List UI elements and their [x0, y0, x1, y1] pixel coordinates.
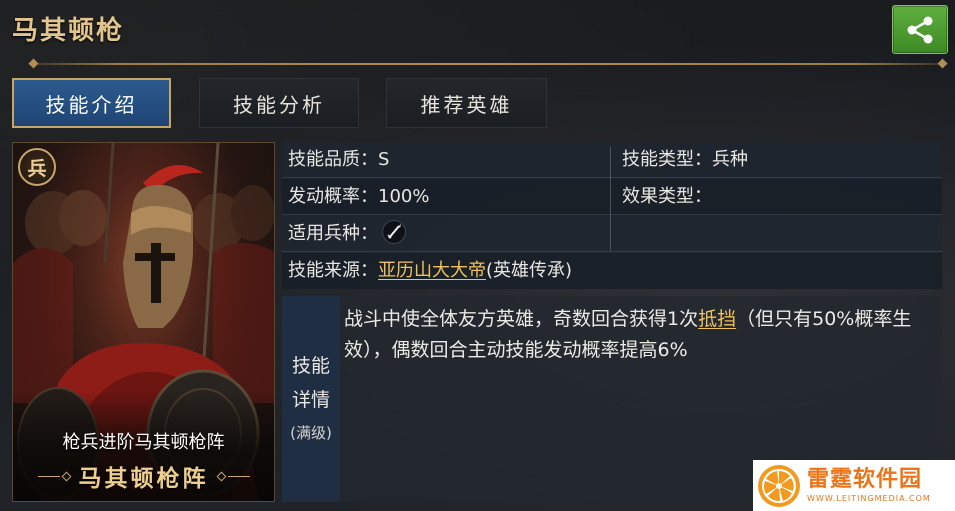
orange-slice-logo: [758, 464, 800, 507]
tab-skill-intro[interactable]: 技能介绍: [12, 78, 171, 128]
unit-label: 适用兵种：: [288, 223, 378, 244]
source-hero-link[interactable]: 亚历山大大帝: [378, 260, 486, 281]
title-divider: [28, 63, 948, 65]
block-keyword-link[interactable]: 抵挡: [698, 308, 736, 330]
type-value: 兵种: [712, 149, 748, 170]
skill-info-table: 技能品质：S 技能类型：兵种 发动概率：100% 效果类型： 适用兵种： 技能来…: [282, 142, 942, 289]
card-subtitle: 枪兵进阶马其顿枪阵: [62, 432, 225, 453]
rate-value: 100%: [378, 186, 430, 207]
ornament-left-icon: [37, 471, 73, 481]
info-row: 技能品质：S 技能类型：兵种: [282, 142, 942, 178]
type-label: 技能类型：: [622, 149, 712, 170]
watermark-name: 雷霆软件园: [807, 466, 923, 492]
page-title: 马其顿枪: [12, 16, 125, 46]
skill-detail-page: 马其顿枪 技能介绍 技能分析 推荐英雄 兵 枪兵进阶马其顿枪阵 马其顿枪阵 技能…: [0, 0, 955, 511]
detail-label: 技能 详情 (满级): [282, 296, 340, 502]
tab-skill-analysis[interactable]: 技能分析: [199, 78, 359, 128]
skill-description: 战斗中使全体友方英雄，奇数回合获得1次抵挡（但只有50%概率生效），偶数回合主动…: [344, 304, 934, 366]
info-row: 发动概率：100% 效果类型：: [282, 179, 942, 215]
detail-label-line2: 详情: [291, 389, 330, 411]
source-suffix: (英雄传承): [486, 260, 573, 281]
description-part-1: 战斗中使全体友方英雄，奇数回合获得1次: [344, 308, 699, 330]
spear-icon: [382, 220, 406, 244]
skill-card: 兵 枪兵进阶马其顿枪阵 马其顿枪阵: [12, 142, 275, 502]
watermark: 雷霆软件园 WWW.LEITINGMEDIA.COM: [753, 460, 955, 511]
column-divider: [610, 147, 611, 251]
unit-type-badge: 兵: [18, 148, 56, 186]
card-name-row: 马其顿枪阵: [13, 459, 274, 493]
info-row: 适用兵种：: [282, 216, 942, 252]
share-icon: [907, 16, 933, 43]
quality-value: S: [378, 149, 390, 170]
effect-label: 效果类型：: [622, 186, 712, 207]
source-label: 技能来源：: [288, 260, 378, 281]
detail-label-line3: (满级): [290, 424, 332, 442]
detail-label-line1: 技能: [291, 355, 330, 377]
ornament-right-icon: [215, 471, 250, 481]
tab-recommended-heroes[interactable]: 推荐英雄: [386, 78, 547, 128]
share-button[interactable]: [892, 5, 948, 54]
quality-label: 技能品质：: [288, 149, 378, 170]
watermark-url: WWW.LEITINGMEDIA.COM: [807, 493, 931, 503]
card-name: 马其顿枪阵: [78, 466, 209, 492]
rate-label: 发动概率：: [288, 186, 378, 207]
info-row: 技能来源：亚历山大大帝(英雄传承): [282, 253, 942, 289]
